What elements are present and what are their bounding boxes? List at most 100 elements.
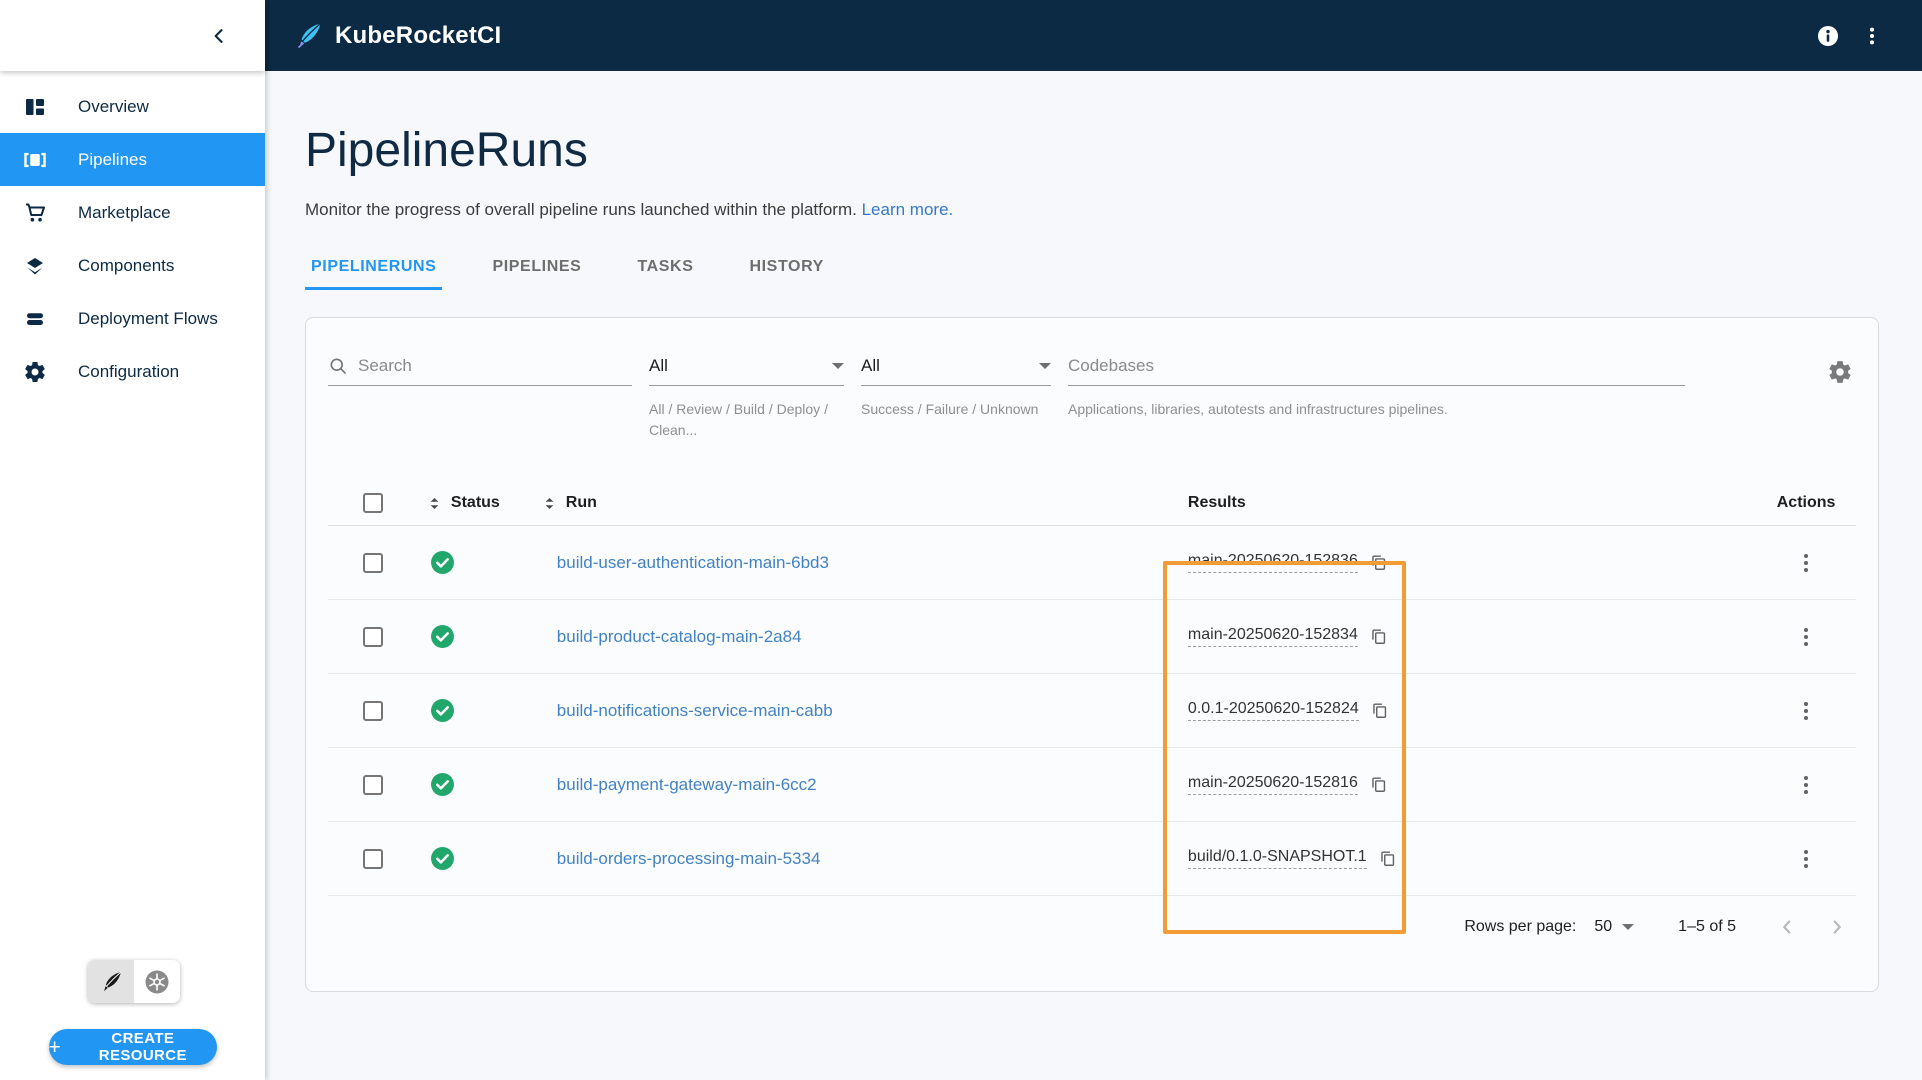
tab-bar: PIPELINERUNS PIPELINES TASKS HISTORY [305, 252, 1922, 290]
row-checkbox[interactable] [363, 627, 383, 647]
kebab-menu-icon [1861, 25, 1883, 47]
pipelineruns-table: Status Run Results Actions [328, 481, 1856, 896]
run-link[interactable]: build-user-authentication-main-6bd3 [557, 553, 829, 573]
collapse-sidebar-icon[interactable] [209, 26, 229, 46]
pipeline-type-filter: All All / Review / Build / Deploy / Clea… [649, 356, 844, 441]
table-row: build-user-authentication-main-6bd3 main… [328, 526, 1856, 600]
next-page-button[interactable] [1826, 916, 1848, 938]
copy-button[interactable] [1370, 701, 1389, 720]
run-link[interactable]: build-payment-gateway-main-6cc2 [557, 775, 817, 795]
result-value[interactable]: main-20250620-152834 [1188, 626, 1358, 647]
pipeline-type-value: All [649, 356, 822, 376]
pagination-range: 1–5 of 5 [1678, 918, 1736, 936]
row-checkbox[interactable] [363, 553, 383, 573]
run-column-header[interactable]: Run [566, 494, 597, 512]
brand: KubeRocketCI [293, 21, 501, 51]
sidebar-item-components[interactable]: Components [0, 239, 265, 292]
tab-history[interactable]: HISTORY [743, 252, 829, 290]
table-row: build-payment-gateway-main-6cc2 main-202… [328, 748, 1856, 822]
sidebar-item-label: Deployment Flows [78, 309, 218, 329]
filter-bar: Search All All / Review / Build / Deploy… [306, 318, 1878, 441]
table-header-row: Status Run Results Actions [328, 481, 1856, 526]
sidebar-item-label: Components [78, 256, 174, 276]
row-checkbox[interactable] [363, 849, 383, 869]
kubernetes-view-toggle[interactable] [134, 960, 180, 1003]
row-actions-button[interactable] [1798, 770, 1814, 800]
search-input[interactable]: Search [358, 356, 632, 376]
copy-icon [1378, 849, 1397, 868]
copy-button[interactable] [1378, 849, 1397, 868]
rows-per-page-select[interactable]: 50 [1594, 918, 1634, 936]
results-column-header: Results [1188, 494, 1246, 512]
create-resource-label: CREATE RESOURCE [69, 1030, 216, 1064]
gear-icon [22, 359, 48, 385]
status-helper: Success / Failure / Unknown [861, 399, 1051, 420]
result-value[interactable]: build/0.1.0-SNAPSHOT.1 [1188, 848, 1367, 869]
success-status-icon [430, 624, 455, 649]
layers-icon [22, 253, 48, 279]
view-toggle-group [88, 960, 180, 1003]
sidebar-item-configuration[interactable]: Configuration [0, 345, 265, 398]
pipeline-type-helper: All / Review / Build / Deploy / Clean... [649, 399, 844, 441]
copy-icon [1370, 701, 1389, 720]
tab-pipelineruns[interactable]: PIPELINERUNS [305, 252, 442, 290]
sidebar-item-label: Marketplace [78, 203, 171, 223]
rocket-quill-logo-icon [293, 21, 323, 51]
copy-icon [1369, 627, 1388, 646]
sidebar-header [0, 0, 265, 71]
tab-pipelines[interactable]: PIPELINES [486, 252, 587, 290]
sidebar-item-overview[interactable]: Overview [0, 80, 265, 133]
copy-button[interactable] [1369, 627, 1388, 646]
codebases-placeholder: Codebases [1068, 356, 1685, 376]
table-row: build-notifications-service-main-cabb 0.… [328, 674, 1856, 748]
info-button[interactable] [1806, 14, 1850, 58]
tab-tasks[interactable]: TASKS [631, 252, 699, 290]
codebases-helper: Applications, libraries, autotests and i… [1068, 399, 1685, 420]
sidebar-item-pipelines[interactable]: Pipelines [0, 133, 265, 186]
row-actions-button[interactable] [1798, 696, 1814, 726]
select-all-checkbox[interactable] [363, 493, 383, 513]
kuberocketci-view-toggle[interactable] [88, 960, 134, 1003]
status-column-header[interactable]: Status [451, 494, 500, 512]
sidebar-item-label: Pipelines [78, 150, 147, 170]
result-value[interactable]: main-20250620-152816 [1188, 774, 1358, 795]
run-link[interactable]: build-product-catalog-main-2a84 [557, 627, 802, 647]
run-link[interactable]: build-notifications-service-main-cabb [557, 701, 833, 721]
copy-icon [1369, 775, 1388, 794]
row-actions-button[interactable] [1798, 548, 1814, 578]
chevron-down-icon [1039, 363, 1051, 369]
row-checkbox[interactable] [363, 701, 383, 721]
row-actions-button[interactable] [1798, 622, 1814, 652]
actions-column-header: Actions [1777, 494, 1836, 512]
sort-icon[interactable] [541, 495, 558, 512]
run-link[interactable]: build-orders-processing-main-5334 [557, 849, 821, 869]
sidebar-bottom: + CREATE RESOURCE [0, 960, 265, 1080]
chevron-right-icon [1826, 916, 1848, 938]
codebases-input[interactable]: Codebases [1068, 356, 1685, 386]
copy-button[interactable] [1369, 553, 1388, 572]
copy-icon [1369, 553, 1388, 572]
copy-button[interactable] [1369, 775, 1388, 794]
sidebar-item-deployment-flows[interactable]: Deployment Flows [0, 292, 265, 345]
search-icon [328, 356, 348, 376]
previous-page-button[interactable] [1776, 916, 1798, 938]
result-value[interactable]: main-20250620-152836 [1188, 552, 1358, 573]
more-menu-button[interactable] [1850, 14, 1894, 58]
stacked-bars-icon [22, 306, 48, 332]
table-settings-button[interactable] [1827, 359, 1853, 390]
pipeline-type-select[interactable]: All [649, 356, 844, 386]
info-icon [1816, 24, 1840, 48]
sort-icon[interactable] [426, 495, 443, 512]
sidebar-nav: Overview Pipelines Marketplace Component… [0, 71, 265, 398]
row-checkbox[interactable] [363, 775, 383, 795]
app-window: KubeRocketCI O [0, 0, 1922, 1080]
create-resource-button[interactable]: + CREATE RESOURCE [49, 1029, 217, 1065]
success-status-icon [430, 846, 455, 871]
result-value[interactable]: 0.0.1-20250620-152824 [1188, 700, 1359, 721]
learn-more-link[interactable]: Learn more. [862, 200, 954, 219]
plus-icon: + [49, 1037, 62, 1058]
sidebar-item-marketplace[interactable]: Marketplace [0, 186, 265, 239]
row-actions-button[interactable] [1798, 844, 1814, 874]
codebases-filter: Codebases Applications, libraries, autot… [1068, 356, 1685, 420]
status-select[interactable]: All [861, 356, 1051, 386]
